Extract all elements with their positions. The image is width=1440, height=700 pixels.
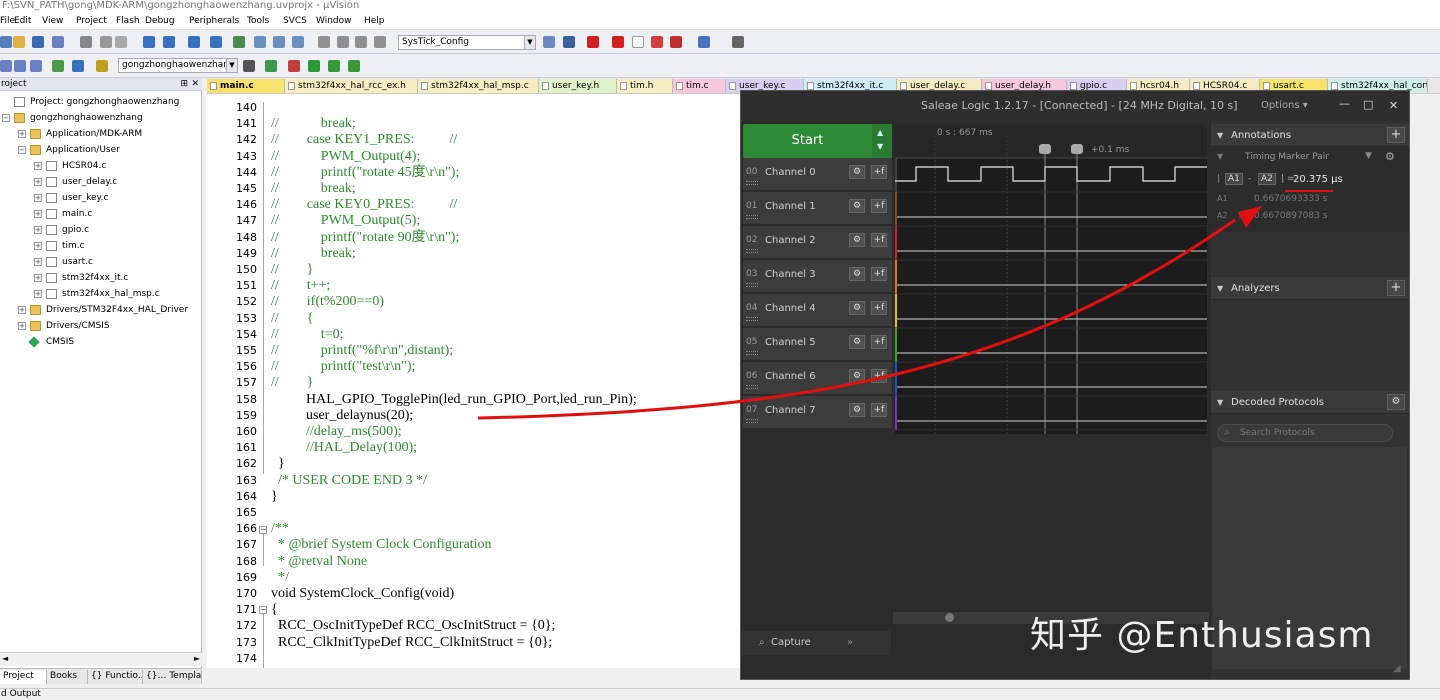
red-arrow <box>477 218 1236 420</box>
arrow-head-icon <box>1238 206 1262 228</box>
watermark: 知乎 @Enthusiasm <box>1030 615 1374 656</box>
annotation-arrow-layer <box>477 206 1262 420</box>
